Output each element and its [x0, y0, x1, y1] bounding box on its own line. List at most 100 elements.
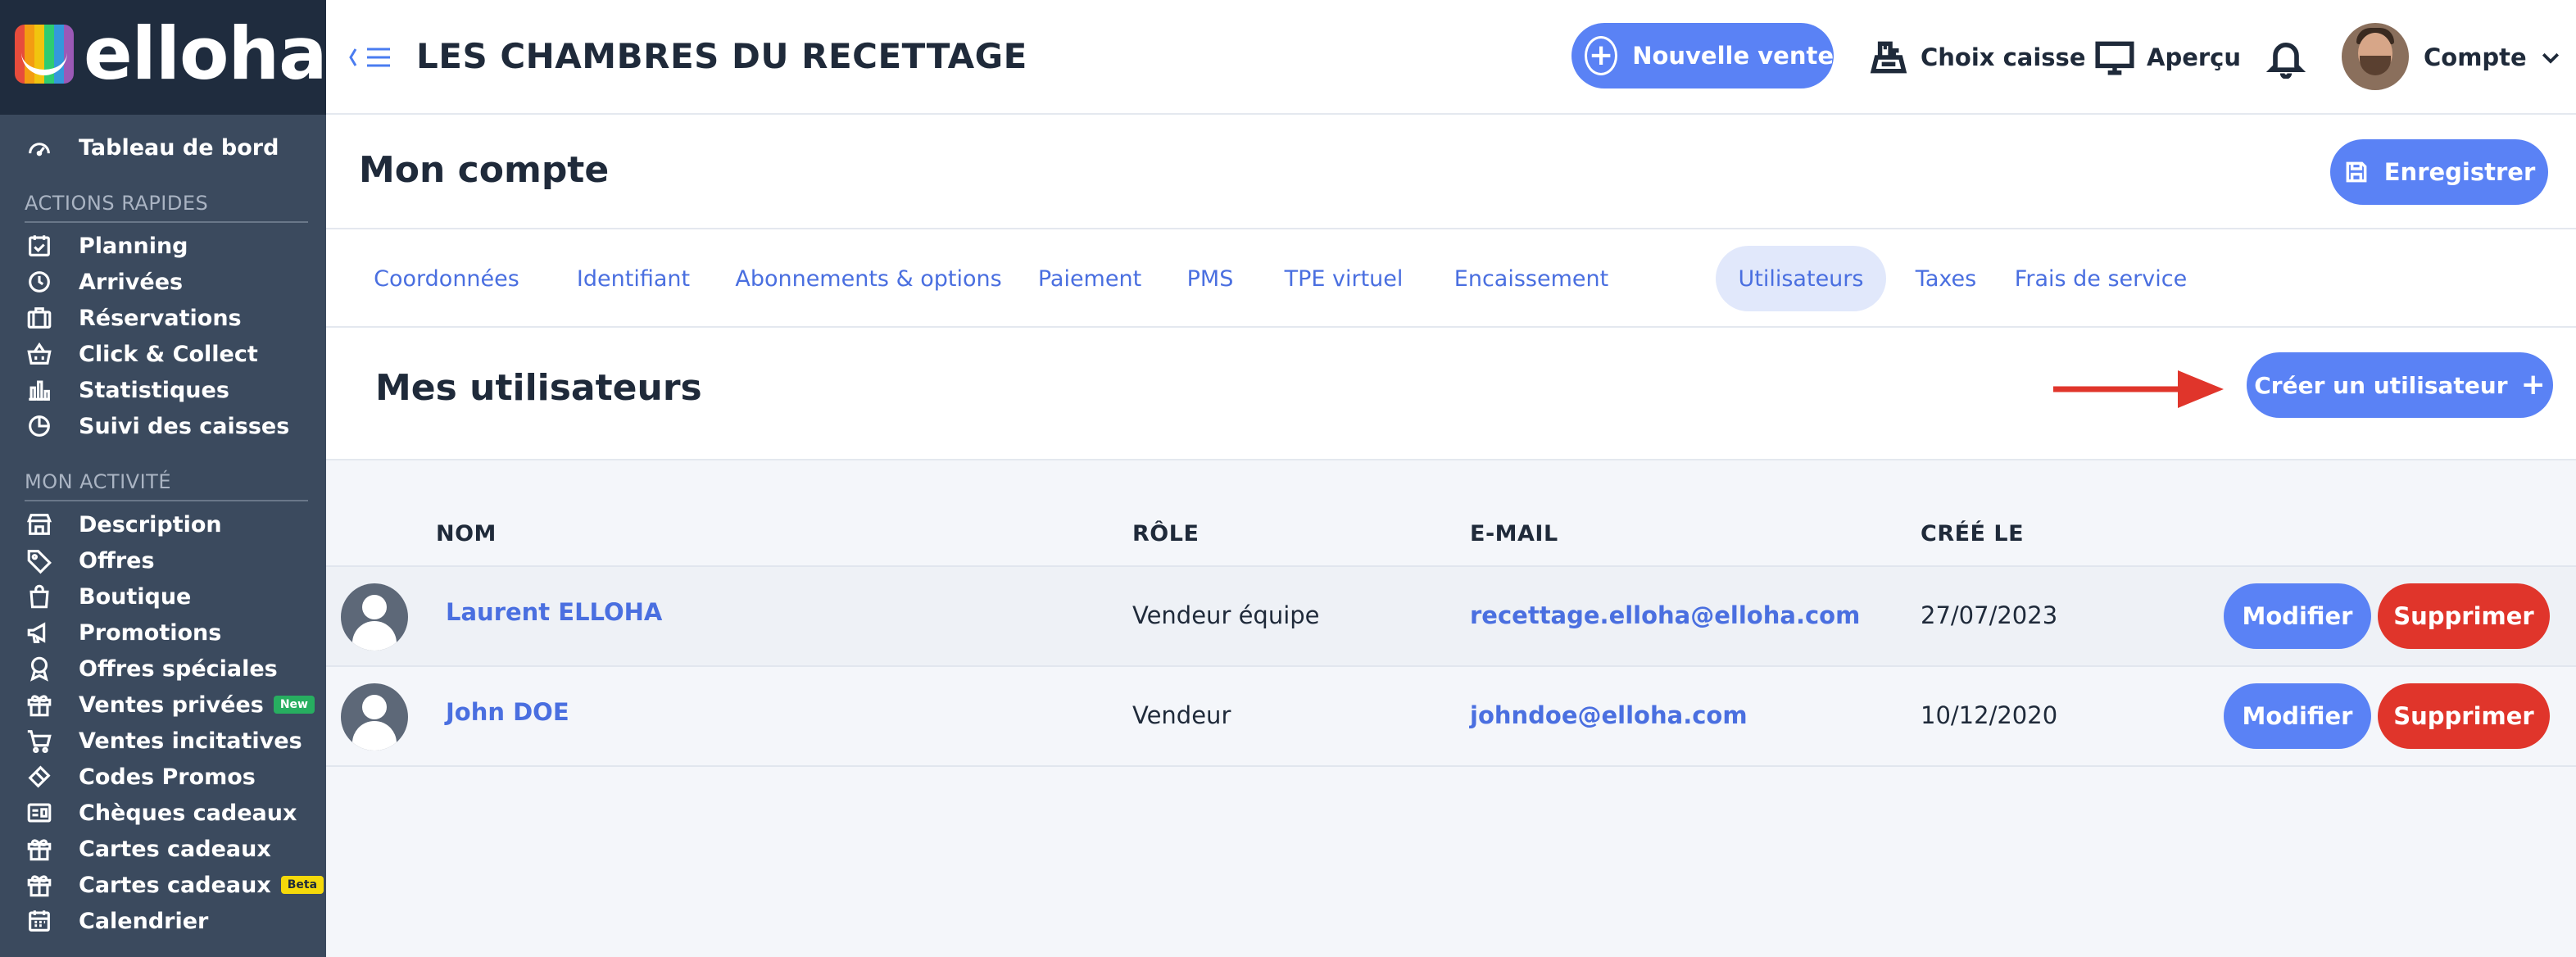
sidebar-item-label: Planning: [79, 233, 188, 259]
sidebar-item-label: Click & Collect: [79, 341, 258, 367]
gift-icon: [25, 870, 54, 900]
edit-user-button[interactable]: Modifier: [2224, 583, 2371, 649]
collapse-menu-icon[interactable]: [346, 41, 395, 74]
shopping-bag-icon: [25, 582, 54, 611]
sidebar-item-gift-vouchers[interactable]: Chèques cadeaux: [25, 795, 297, 831]
cash-register-icon: [1870, 41, 1907, 74]
page-header: Mon compte Enregistrer: [326, 115, 2576, 229]
chevron-down-icon: [2542, 52, 2559, 64]
table-divider: [326, 765, 2576, 767]
new-sale-button[interactable]: + Nouvelle vente: [1571, 23, 1834, 88]
sidebar-item-label: Calendrier: [79, 908, 209, 934]
plus-icon: +: [2520, 368, 2546, 401]
tab-coordinates[interactable]: Coordonnées: [356, 246, 537, 311]
gift-icon: [25, 690, 54, 719]
sidebar-item-label: Boutique: [79, 583, 192, 610]
user-role: Vendeur: [1132, 701, 1231, 729]
sidebar-item-label: Suivi des caisses: [79, 413, 290, 439]
tab-service-fees[interactable]: Frais de service: [1994, 246, 2207, 311]
preview-link[interactable]: Aperçu: [2094, 36, 2241, 79]
section-quick-actions: ACTIONS RAPIDES: [25, 192, 308, 223]
sidebar-item-gift-cards-beta[interactable]: Cartes cadeaux Beta: [25, 867, 324, 903]
tab-identifier[interactable]: Identifiant: [556, 246, 711, 311]
users-table-header: NOM RÔLE E-MAIL CRÉÉ LE: [326, 508, 2576, 565]
sidebar-item-dashboard[interactable]: Tableau de bord: [25, 129, 279, 166]
account-label: Compte: [2424, 43, 2527, 71]
user-email-link[interactable]: johndoe@elloha.com: [1470, 701, 1748, 729]
tag-icon: [25, 546, 54, 575]
sidebar-item-label: Chèques cadeaux: [79, 800, 297, 826]
user-name-link[interactable]: Laurent ELLOHA: [446, 598, 662, 626]
pie-chart-icon: [25, 411, 54, 441]
sidebar-item-arrivals[interactable]: Arrivées: [25, 264, 183, 300]
column-header-role: RÔLE: [1132, 521, 1200, 547]
new-sale-label: Nouvelle vente: [1632, 42, 1834, 70]
sidebar-item-register-tracking[interactable]: Suivi des caisses: [25, 408, 289, 444]
sidebar-item-calendar[interactable]: Calendrier: [25, 903, 208, 939]
delete-user-button[interactable]: Supprimer: [2378, 583, 2550, 649]
register-choice-link[interactable]: Choix caisse: [1868, 36, 2086, 79]
sidebar-item-click-collect[interactable]: Click & Collect: [25, 336, 258, 372]
create-user-button[interactable]: Créer un utilisateur +: [2247, 352, 2553, 418]
tab-users[interactable]: Utilisateurs: [1716, 246, 1886, 311]
sidebar-item-offers[interactable]: Offres: [25, 542, 155, 578]
sidebar: elloha Tableau de bord ACTIONS RAPIDES P…: [0, 0, 327, 957]
users-title: Mes utilisateurs: [375, 367, 702, 409]
cart-icon: [25, 726, 54, 755]
column-header-email: E-MAIL: [1470, 521, 1558, 547]
column-header-created: CRÉÉ LE: [1921, 521, 2025, 547]
table-row: Laurent ELLOHA Vendeur équipe recettage.…: [326, 565, 2576, 665]
sidebar-item-special-offers[interactable]: Offres spéciales: [25, 651, 278, 687]
user-name-link[interactable]: John DOE: [446, 698, 569, 726]
sidebar-item-planning[interactable]: Planning: [25, 228, 188, 264]
delete-user-button[interactable]: Supprimer: [2378, 683, 2550, 749]
user-avatar[interactable]: [2342, 23, 2409, 90]
save-label: Enregistrer: [2383, 158, 2536, 186]
beta-badge: Beta: [280, 876, 324, 894]
sidebar-item-label: Statistiques: [79, 377, 229, 403]
sidebar-item-promo-codes[interactable]: Codes Promos: [25, 759, 256, 795]
clock-icon: [25, 267, 54, 297]
floppy-disk-icon: [2346, 161, 2367, 183]
tab-payment[interactable]: Paiement: [1024, 246, 1155, 311]
user-created-date: 27/07/2023: [1921, 601, 2058, 629]
account-menu[interactable]: Compte: [2424, 36, 2563, 79]
tab-pms[interactable]: PMS: [1173, 246, 1247, 311]
sidebar-item-private-sales[interactable]: Ventes privées New: [25, 687, 315, 723]
basket-icon: [25, 339, 54, 369]
sidebar-item-label: Codes Promos: [79, 764, 256, 790]
logo[interactable]: elloha: [0, 0, 327, 115]
user-created-date: 10/12/2020: [1921, 701, 2058, 729]
tab-taxes[interactable]: Taxes: [1909, 246, 1983, 311]
sidebar-item-description[interactable]: Description: [25, 506, 222, 542]
save-button[interactable]: Enregistrer: [2330, 139, 2548, 205]
sidebar-item-shop[interactable]: Boutique: [25, 578, 191, 615]
sidebar-item-label: Offres: [79, 547, 155, 574]
column-header-name: NOM: [436, 521, 497, 547]
user-email-link[interactable]: recettage.elloha@elloha.com: [1470, 601, 1860, 629]
megaphone-icon: [25, 618, 54, 647]
bar-chart-icon: [25, 375, 54, 405]
create-user-label: Créer un utilisateur: [2254, 371, 2508, 399]
monitor-icon: [2095, 41, 2134, 75]
tab-virtual-terminal[interactable]: TPE virtuel: [1265, 246, 1422, 311]
plus-circle-icon: +: [1585, 36, 1618, 75]
sidebar-item-gift-cards[interactable]: Cartes cadeaux: [25, 831, 271, 867]
tab-subscriptions[interactable]: Abonnements & options: [729, 246, 1008, 311]
sidebar-item-label: Ventes incitatives: [79, 728, 302, 754]
notifications-bell-icon[interactable]: [2265, 36, 2307, 79]
sidebar-item-statistics[interactable]: Statistiques: [25, 372, 229, 408]
gift-icon: [25, 834, 54, 864]
user-placeholder-avatar-icon: [341, 583, 408, 651]
tab-cashing[interactable]: Encaissement: [1439, 246, 1624, 311]
hotel-title: LES CHAMBRES DU RECETTAGE: [416, 36, 1027, 76]
sidebar-item-promotions[interactable]: Promotions: [25, 615, 221, 651]
sidebar-item-upsells[interactable]: Ventes incitatives: [25, 723, 302, 759]
top-bar: LES CHAMBRES DU RECETTAGE + Nouvelle ven…: [326, 0, 2576, 115]
sidebar-item-label: Ventes privées: [79, 692, 264, 718]
sidebar-item-reservations[interactable]: Réservations: [25, 300, 242, 336]
calendar-icon: [25, 906, 54, 936]
edit-user-button[interactable]: Modifier: [2224, 683, 2371, 749]
table-row: John DOE Vendeur johndoe@elloha.com 10/1…: [326, 665, 2576, 765]
preview-label: Aperçu: [2147, 43, 2242, 71]
